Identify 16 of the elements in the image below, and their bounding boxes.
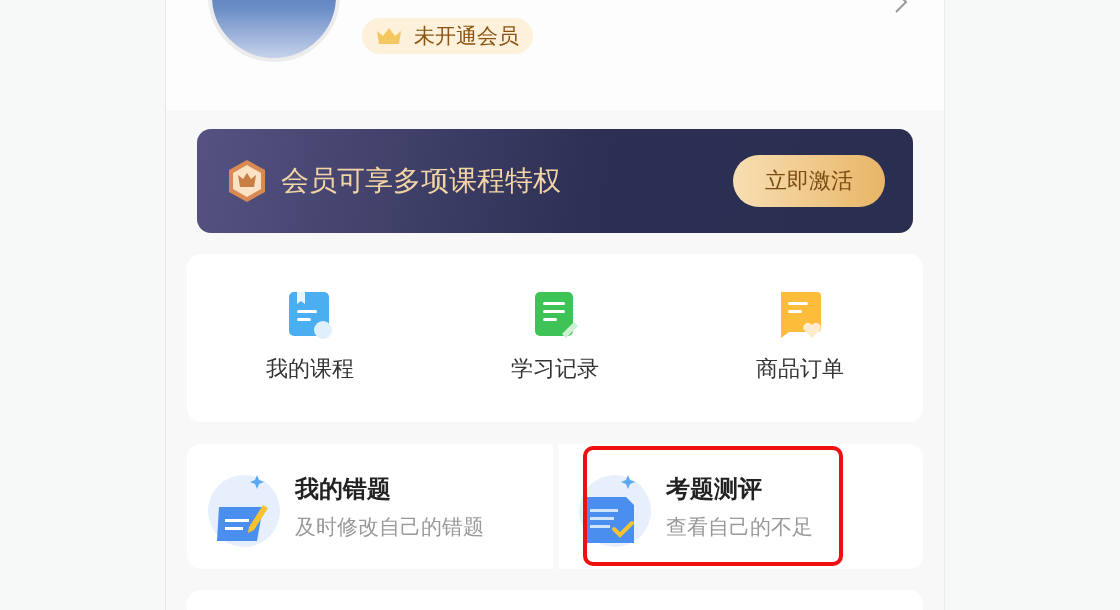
tool-title: 考题测评 bbox=[665, 473, 763, 505]
tool-card[interactable]: 我的错题 及时修改自己的错题 bbox=[187, 444, 553, 569]
shortcut-label[interactable]: 学习记录 bbox=[511, 354, 599, 384]
shortcut-label[interactable]: 我的课程 bbox=[265, 354, 354, 384]
tool-subtitle: 查看自己的不足 bbox=[665, 513, 813, 541]
activate-button[interactable]: 立即激活 bbox=[733, 155, 885, 207]
crown-icon bbox=[376, 27, 402, 45]
document-pencil-icon bbox=[532, 290, 578, 340]
tool-title: 我的错题 bbox=[295, 473, 392, 505]
book-icon bbox=[286, 290, 333, 340]
banner-text: 会员可享多项课程特权 bbox=[281, 163, 562, 199]
tool-subtitle: 及时修改自己的错题 bbox=[295, 513, 484, 541]
membership-status: 未开通会员 bbox=[414, 23, 519, 50]
tool-card[interactable]: 考题测评 查看自己的不足 bbox=[557, 444, 923, 569]
hexagon-crown-icon bbox=[227, 159, 267, 203]
shortcut-label[interactable]: 商品订单 bbox=[756, 354, 845, 384]
